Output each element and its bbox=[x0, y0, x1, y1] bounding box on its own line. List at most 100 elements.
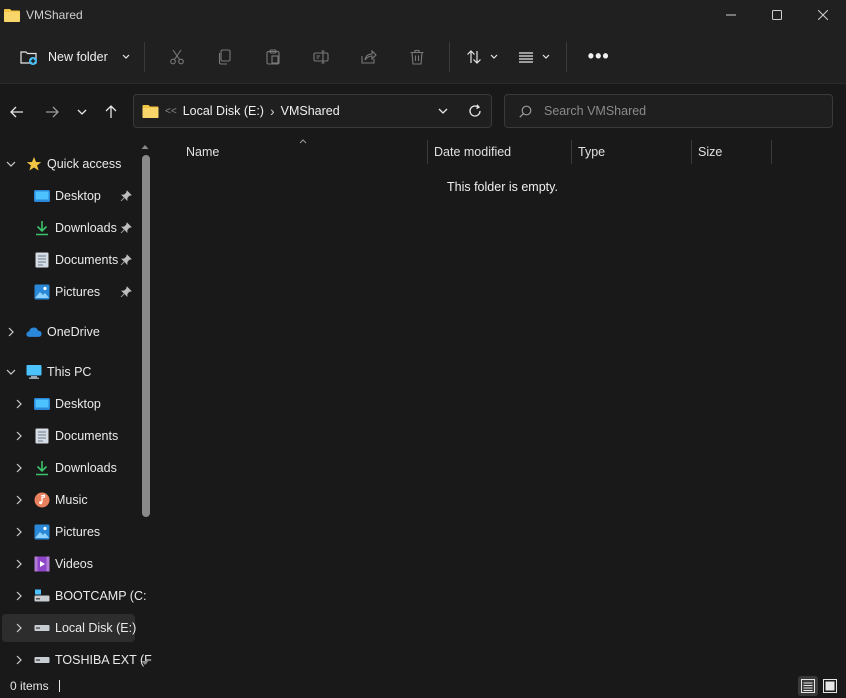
download-icon bbox=[34, 220, 50, 236]
column-header-date-modified[interactable]: Date modified bbox=[434, 140, 511, 164]
chevron-right-icon[interactable] bbox=[12, 493, 26, 507]
view-button[interactable] bbox=[510, 40, 558, 74]
up-button[interactable] bbox=[99, 100, 123, 124]
column-label: Type bbox=[578, 145, 606, 159]
address-history-button[interactable] bbox=[427, 108, 459, 115]
details-view-button[interactable] bbox=[798, 676, 818, 696]
scroll-thumb[interactable] bbox=[142, 155, 150, 517]
scroll-down-icon[interactable] bbox=[141, 660, 149, 666]
toolbar-divider bbox=[448, 41, 450, 72]
chevron-right-icon[interactable] bbox=[12, 589, 26, 603]
pin-icon[interactable] bbox=[120, 190, 132, 202]
nav-quick-access[interactable]: Quick access bbox=[2, 150, 135, 178]
delete-button[interactable] bbox=[393, 40, 441, 74]
column-divider[interactable] bbox=[427, 140, 428, 164]
column-divider[interactable] bbox=[571, 140, 572, 164]
nav-this-pc[interactable]: This PC bbox=[2, 358, 135, 386]
desktop-icon bbox=[34, 188, 50, 204]
share-button[interactable] bbox=[345, 40, 393, 74]
recent-locations-button[interactable] bbox=[70, 100, 94, 124]
breadcrumb-item[interactable]: VMShared bbox=[281, 104, 340, 118]
address-bar[interactable]: << Local Disk (E:) › VMShared bbox=[133, 94, 492, 128]
nav-label: OneDrive bbox=[47, 325, 100, 339]
column-divider[interactable] bbox=[691, 140, 692, 164]
copy-button[interactable] bbox=[201, 40, 249, 74]
document-icon bbox=[34, 428, 50, 444]
nav-onedrive[interactable]: OneDrive bbox=[2, 318, 135, 346]
chevron-down-icon bbox=[77, 109, 87, 115]
column-header-type[interactable]: Type bbox=[578, 140, 605, 164]
chevron-right-icon[interactable] bbox=[12, 397, 26, 411]
nav-quick-desktop[interactable]: Desktop bbox=[2, 182, 135, 210]
chevron-right-icon[interactable] bbox=[12, 621, 26, 635]
nav-pc-desktop[interactable]: Desktop bbox=[2, 390, 135, 418]
new-folder-label: New folder bbox=[48, 49, 108, 64]
nav-pc-toshiba[interactable]: TOSHIBA EXT (F bbox=[2, 646, 152, 674]
nav-label: Desktop bbox=[55, 397, 101, 411]
nav-quick-downloads[interactable]: Downloads bbox=[2, 214, 135, 242]
nav-pc-local-disk-e[interactable]: Local Disk (E:) bbox=[2, 614, 136, 642]
column-header-name[interactable]: Name bbox=[186, 140, 219, 164]
chevron-down-icon[interactable] bbox=[4, 157, 18, 171]
star-icon bbox=[26, 156, 42, 172]
maximize-button[interactable] bbox=[754, 0, 800, 30]
refresh-button[interactable] bbox=[459, 104, 491, 118]
chevron-down-icon[interactable] bbox=[4, 365, 18, 379]
nav-pc-videos[interactable]: Videos bbox=[2, 550, 135, 578]
nav-quick-documents[interactable]: Documents bbox=[2, 246, 135, 274]
pin-icon[interactable] bbox=[120, 286, 132, 298]
music-icon bbox=[34, 492, 50, 508]
breadcrumb-separator[interactable]: › bbox=[270, 103, 275, 119]
nav-label: Desktop bbox=[55, 189, 101, 203]
title-bar: VMShared bbox=[0, 0, 846, 30]
column-label: Size bbox=[698, 145, 723, 159]
chevron-down-icon bbox=[490, 54, 498, 59]
chevron-right-icon[interactable] bbox=[12, 429, 26, 443]
search-input[interactable] bbox=[544, 104, 824, 118]
pin-icon[interactable] bbox=[120, 222, 132, 234]
breadcrumb-item[interactable]: Local Disk (E:) bbox=[183, 104, 264, 118]
nav-scrollbar[interactable] bbox=[138, 140, 152, 674]
file-list[interactable]: Name Date modified Type Size This folder… bbox=[154, 139, 846, 674]
pictures-icon bbox=[34, 284, 50, 300]
sort-icon bbox=[466, 49, 481, 64]
nav-quick-pictures[interactable]: Pictures bbox=[2, 278, 135, 306]
nav-pc-downloads[interactable]: Downloads bbox=[2, 454, 135, 482]
sort-button[interactable] bbox=[458, 40, 506, 74]
column-label: Name bbox=[186, 145, 220, 159]
chevron-right-icon[interactable] bbox=[12, 653, 26, 667]
close-button[interactable] bbox=[800, 0, 846, 30]
empty-folder-message: This folder is empty. bbox=[447, 180, 558, 194]
nav-pc-pictures[interactable]: Pictures bbox=[2, 518, 135, 546]
rename-button[interactable] bbox=[297, 40, 345, 74]
forward-button[interactable] bbox=[40, 100, 64, 124]
search-box[interactable] bbox=[504, 94, 833, 128]
paste-button[interactable] bbox=[249, 40, 297, 74]
nav-pc-documents[interactable]: Documents bbox=[2, 422, 135, 450]
chevron-right-icon[interactable] bbox=[4, 325, 18, 339]
drive-icon bbox=[34, 588, 50, 604]
breadcrumb-overflow[interactable]: << bbox=[165, 106, 177, 117]
thumbnail-view-button[interactable] bbox=[820, 676, 840, 696]
view-switcher bbox=[796, 676, 840, 696]
delete-icon bbox=[410, 49, 424, 65]
address-actions bbox=[427, 95, 491, 127]
minimize-button[interactable] bbox=[708, 0, 754, 30]
chevron-right-icon[interactable] bbox=[12, 525, 26, 539]
column-header-size[interactable]: Size bbox=[698, 140, 722, 164]
pin-icon[interactable] bbox=[120, 254, 132, 266]
chevron-right-icon[interactable] bbox=[12, 557, 26, 571]
cut-button[interactable] bbox=[153, 40, 201, 74]
toolbar-divider bbox=[565, 41, 567, 72]
chevron-right-icon[interactable] bbox=[12, 461, 26, 475]
nav-pc-bootcamp[interactable]: BOOTCAMP (C: bbox=[2, 582, 146, 610]
scroll-up-icon[interactable] bbox=[141, 144, 149, 150]
cloud-icon bbox=[26, 324, 42, 340]
more-options-button[interactable]: ••• bbox=[575, 40, 623, 74]
column-divider[interactable] bbox=[771, 140, 772, 164]
new-folder-button[interactable]: New folder bbox=[20, 40, 136, 74]
nav-pc-music[interactable]: Music bbox=[2, 486, 135, 514]
paste-icon bbox=[266, 48, 280, 65]
back-button[interactable] bbox=[5, 100, 29, 124]
thumbnail-view-icon bbox=[823, 679, 837, 693]
